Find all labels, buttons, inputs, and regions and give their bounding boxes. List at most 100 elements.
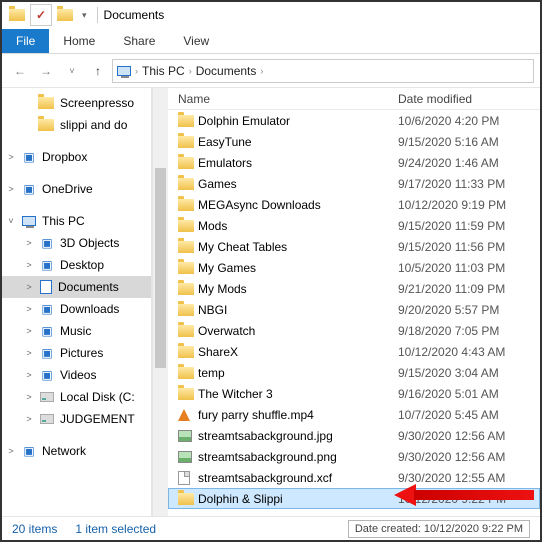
chevron-right-icon[interactable]: › bbox=[135, 66, 138, 76]
file-date: 10/5/2020 11:03 PM bbox=[398, 261, 540, 275]
nav-label: slippi and do bbox=[60, 118, 127, 132]
file-row[interactable]: EasyTune9/15/2020 5:16 AM bbox=[168, 131, 540, 152]
qat-properties-icon[interactable]: ✓ bbox=[30, 4, 52, 26]
drive-icon bbox=[40, 392, 54, 402]
window-title: Documents bbox=[104, 8, 165, 22]
file-date: 9/17/2020 11:33 PM bbox=[398, 177, 540, 191]
nav-item[interactable]: >▣Network bbox=[2, 440, 151, 462]
folder-icon bbox=[178, 220, 198, 232]
file-row[interactable]: Mods9/15/2020 11:59 PM bbox=[168, 215, 540, 236]
file-row[interactable]: Dolphin Emulator10/6/2020 4:20 PM bbox=[168, 110, 540, 131]
file-list[interactable]: Dolphin Emulator10/6/2020 4:20 PMEasyTun… bbox=[168, 110, 540, 516]
nav-item[interactable]: ˅This PC bbox=[2, 210, 151, 232]
folder-icon bbox=[178, 493, 198, 505]
nav-item[interactable]: >JUDGEMENT bbox=[2, 408, 151, 430]
nav-item[interactable]: >▣3D Objects bbox=[2, 232, 151, 254]
recent-dropdown-icon[interactable]: ˅ bbox=[60, 59, 84, 83]
file-date: 9/15/2020 11:56 PM bbox=[398, 240, 540, 254]
file-row[interactable]: My Mods9/21/2020 11:09 PM bbox=[168, 278, 540, 299]
file-row[interactable]: streamtsabackground.jpg9/30/2020 12:56 A… bbox=[168, 425, 540, 446]
breadcrumb-thispc[interactable]: This PC› bbox=[142, 64, 192, 78]
file-row[interactable]: MEGAsync Downloads10/12/2020 9:19 PM bbox=[168, 194, 540, 215]
folder-icon bbox=[178, 178, 198, 190]
file-row[interactable]: temp9/15/2020 3:04 AM bbox=[168, 362, 540, 383]
file-name: My Games bbox=[198, 261, 398, 275]
file-name: Overwatch bbox=[198, 324, 398, 338]
nav-item[interactable]: >▣Videos bbox=[2, 364, 151, 386]
image-icon bbox=[178, 451, 198, 463]
nav-label: Local Disk (C: bbox=[60, 390, 135, 404]
nav-item[interactable]: >▣Desktop bbox=[2, 254, 151, 276]
qat-folder-icon[interactable] bbox=[6, 4, 28, 26]
pc-icon bbox=[22, 216, 36, 226]
ribbon-tab-share[interactable]: Share bbox=[109, 29, 169, 53]
column-name[interactable]: Name bbox=[168, 92, 398, 106]
back-button[interactable]: ← bbox=[8, 59, 32, 83]
nav-label: 3D Objects bbox=[60, 236, 119, 250]
tooltip: Date created: 10/12/2020 9:22 PM bbox=[348, 520, 530, 538]
file-name: EasyTune bbox=[198, 135, 398, 149]
folder-icon bbox=[38, 119, 54, 131]
ribbon-tab-view[interactable]: View bbox=[169, 29, 223, 53]
nav-item[interactable]: >Documents bbox=[2, 276, 151, 298]
file-name: Dolphin Emulator bbox=[198, 114, 398, 128]
file-row[interactable]: My Cheat Tables9/15/2020 11:56 PM bbox=[168, 236, 540, 257]
file-row[interactable]: streamtsabackground.png9/30/2020 12:56 A… bbox=[168, 446, 540, 467]
file-list-pane: Name Date modified Dolphin Emulator10/6/… bbox=[168, 88, 540, 516]
nav-item[interactable]: >▣OneDrive bbox=[2, 178, 151, 200]
file-date: 10/12/2020 9:19 PM bbox=[398, 198, 540, 212]
nav-label: Pictures bbox=[60, 346, 103, 360]
doc-icon bbox=[40, 280, 52, 294]
drive-icon bbox=[40, 414, 54, 424]
nav-scrollbar[interactable] bbox=[152, 88, 168, 516]
nav-item[interactable]: >▣Music bbox=[2, 320, 151, 342]
ribbon-file[interactable]: File bbox=[2, 29, 49, 53]
folder-icon bbox=[178, 136, 198, 148]
file-row[interactable]: fury parry shuffle.mp410/7/2020 5:45 AM bbox=[168, 404, 540, 425]
generic-icon: ▣ bbox=[40, 302, 54, 316]
ribbon-tab-home[interactable]: Home bbox=[49, 29, 109, 53]
nav-item[interactable]: >▣Downloads bbox=[2, 298, 151, 320]
nav-item[interactable]: Screenpresso bbox=[2, 92, 151, 114]
generic-icon: ▣ bbox=[22, 150, 36, 164]
nav-label: Screenpresso bbox=[60, 96, 134, 110]
file-row[interactable]: Dolphin & Slippi10/12/2020 9:22 PM bbox=[168, 488, 540, 509]
file-row[interactable]: NBGI9/20/2020 5:57 PM bbox=[168, 299, 540, 320]
nav-label: Music bbox=[60, 324, 91, 338]
file-date: 9/18/2020 7:05 PM bbox=[398, 324, 540, 338]
status-selected: 1 item selected bbox=[75, 522, 156, 536]
file-name: My Mods bbox=[198, 282, 398, 296]
file-name: Games bbox=[198, 177, 398, 191]
column-modified[interactable]: Date modified bbox=[398, 92, 540, 106]
folder-icon bbox=[178, 388, 198, 400]
nav-label: Downloads bbox=[60, 302, 119, 316]
address-box[interactable]: › This PC› Documents› bbox=[112, 59, 534, 83]
titlebar: ✓ ▾ Documents bbox=[2, 2, 540, 28]
nav-item[interactable]: slippi and do bbox=[2, 114, 151, 136]
file-row[interactable]: Emulators9/24/2020 1:46 AM bbox=[168, 152, 540, 173]
generic-icon: ▣ bbox=[40, 346, 54, 360]
file-row[interactable]: The Witcher 39/16/2020 5:01 AM bbox=[168, 383, 540, 404]
nav-label: Dropbox bbox=[42, 150, 87, 164]
forward-button[interactable]: → bbox=[34, 59, 58, 83]
up-button[interactable]: ↑ bbox=[86, 59, 110, 83]
nav-item[interactable]: >▣Pictures bbox=[2, 342, 151, 364]
qat-newfolder-icon[interactable] bbox=[54, 4, 76, 26]
ribbon: File Home Share View bbox=[2, 28, 540, 54]
file-row[interactable]: streamtsabackground.xcf9/30/2020 12:55 A… bbox=[168, 467, 540, 488]
video-icon bbox=[178, 409, 198, 421]
folder-icon bbox=[178, 262, 198, 274]
generic-icon: ▣ bbox=[22, 182, 36, 196]
file-row[interactable]: Games9/17/2020 11:33 PM bbox=[168, 173, 540, 194]
folder-icon bbox=[178, 346, 198, 358]
breadcrumb-documents[interactable]: Documents› bbox=[196, 64, 264, 78]
file-row[interactable]: ShareX10/12/2020 4:43 AM bbox=[168, 341, 540, 362]
file-row[interactable]: My Games10/5/2020 11:03 PM bbox=[168, 257, 540, 278]
nav-item[interactable]: >▣Dropbox bbox=[2, 146, 151, 168]
qat-dropdown-icon[interactable]: ▾ bbox=[78, 10, 91, 21]
column-headers[interactable]: Name Date modified bbox=[168, 88, 540, 110]
nav-item[interactable]: >Local Disk (C: bbox=[2, 386, 151, 408]
file-row[interactable]: Overwatch9/18/2020 7:05 PM bbox=[168, 320, 540, 341]
file-name: The Witcher 3 bbox=[198, 387, 398, 401]
nav-pane: Screenpressoslippi and do>▣Dropbox>▣OneD… bbox=[2, 88, 152, 516]
